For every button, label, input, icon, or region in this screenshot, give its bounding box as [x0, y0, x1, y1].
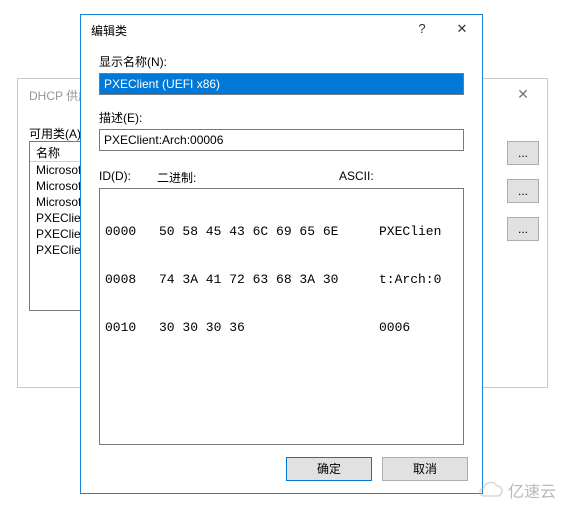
ascii-column-label: ASCII:	[339, 169, 464, 186]
hex-row: 000050 58 45 43 6C 69 65 6EPXEClien	[105, 224, 458, 240]
available-classes-label: 可用类(A):	[29, 125, 84, 142]
side-button-2[interactable]: ...	[507, 179, 539, 203]
hex-offset: 0008	[105, 272, 159, 288]
dialog-button-bar: 确定 取消	[81, 445, 482, 493]
watermark-text: 亿速云	[508, 478, 556, 502]
dialog-title: 编辑类	[91, 22, 127, 39]
hex-row: 000874 3A 41 72 63 68 3A 30t:Arch:0	[105, 272, 458, 288]
hex-editor[interactable]: 000050 58 45 43 6C 69 65 6EPXEClien 0008…	[99, 188, 464, 445]
description-input[interactable]	[99, 129, 464, 151]
hex-bytes: 50 58 45 43 6C 69 65 6E	[159, 224, 379, 240]
id-column-label: ID(D):	[99, 169, 157, 186]
binary-column-label: 二进制:	[157, 169, 339, 186]
display-name-label: 显示名称(N):	[99, 53, 464, 70]
hex-bytes: 74 3A 41 72 63 68 3A 30	[159, 272, 379, 288]
hex-column-headers: ID(D): 二进制: ASCII:	[99, 169, 464, 186]
dialog-body: 显示名称(N): 描述(E): ID(D): 二进制: ASCII: 00005…	[81, 45, 482, 445]
hex-ascii: 0006	[379, 320, 410, 336]
close-icon[interactable]: ✕	[442, 15, 482, 43]
side-button-3[interactable]: ...	[507, 217, 539, 241]
ok-button[interactable]: 确定	[286, 457, 372, 481]
parent-dialog-close-icon[interactable]: ✕	[501, 81, 545, 107]
hex-offset: 0000	[105, 224, 159, 240]
hex-ascii: t:Arch:0	[379, 272, 441, 288]
display-name-input[interactable]	[99, 73, 464, 95]
cancel-button[interactable]: 取消	[382, 457, 468, 481]
hex-bytes: 30 30 30 36	[159, 320, 379, 336]
edit-class-dialog: 编辑类 ? ✕ 显示名称(N): 描述(E): ID(D): 二进制: ASCI…	[80, 14, 483, 494]
hex-offset: 0010	[105, 320, 159, 336]
titlebar: 编辑类 ? ✕	[81, 15, 482, 45]
hex-ascii: PXEClien	[379, 224, 441, 240]
side-button-1[interactable]: ...	[507, 141, 539, 165]
watermark: 亿速云	[476, 478, 556, 502]
help-icon[interactable]: ?	[402, 15, 442, 43]
description-label: 描述(E):	[99, 109, 464, 126]
hex-row: 001030 30 30 360006	[105, 320, 458, 336]
